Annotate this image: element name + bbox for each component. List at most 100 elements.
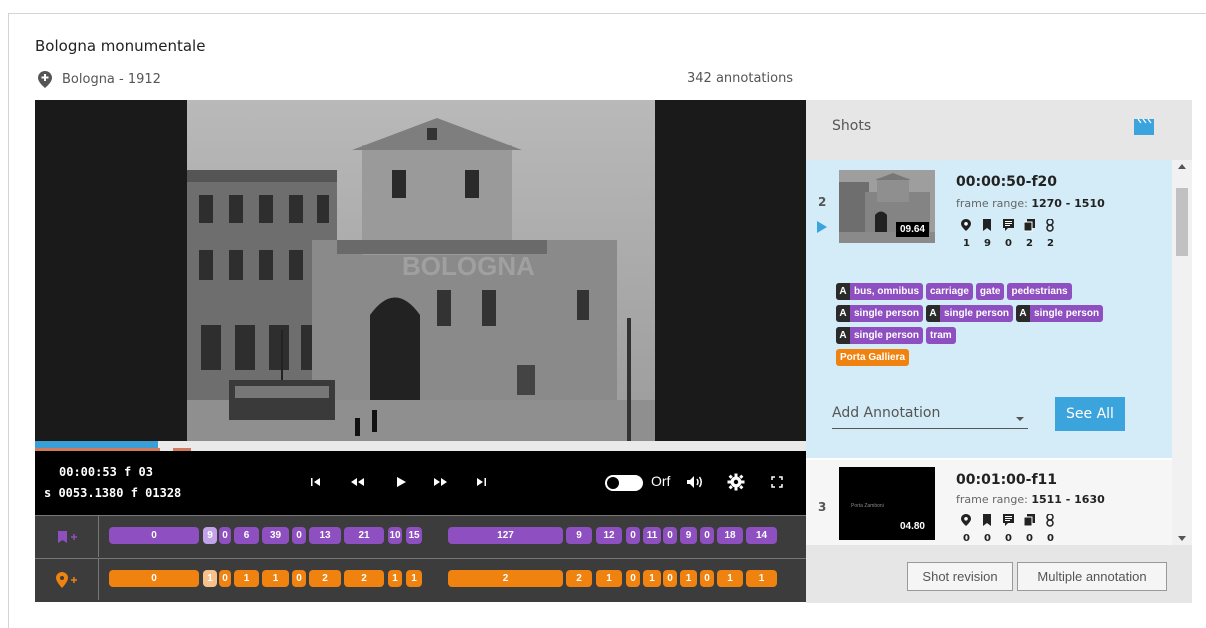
thumbnail-caption: Porta Zamboni: [851, 503, 884, 509]
track-segment[interactable]: 15: [406, 527, 422, 544]
annotation-tag[interactable]: gate: [975, 283, 1005, 300]
track-segment[interactable]: 0: [626, 527, 640, 544]
shot-thumbnail[interactable]: 09.64: [839, 170, 935, 243]
annotation-tag[interactable]: tram: [926, 327, 956, 344]
track-segment[interactable]: 0: [700, 527, 714, 544]
track-segment[interactable]: 127: [448, 527, 563, 544]
pin-plus-icon[interactable]: [35, 559, 99, 600]
scroll-up-icon[interactable]: [1178, 164, 1186, 169]
progress-track[interactable]: [35, 441, 806, 452]
stat-count: 0: [963, 533, 970, 544]
annotation-tag[interactable]: pedestrians: [1007, 283, 1072, 300]
clapperboard-icon[interactable]: [1133, 118, 1155, 140]
shot-duration-badge: 09.64: [895, 222, 929, 237]
add-annotation-select[interactable]: Add Annotation: [832, 405, 1028, 429]
track-segment[interactable]: 6: [234, 527, 259, 544]
annotation-tag[interactable]: Asingle person: [836, 305, 924, 322]
track-segment[interactable]: 13: [309, 527, 341, 544]
track-segment[interactable]: 0: [663, 527, 677, 544]
play-shot-icon[interactable]: [817, 221, 827, 233]
track-segment[interactable]: 2: [566, 570, 592, 587]
shot-card[interactable]: 3 Porta Zamboni 04.80 00:01:00-f11 frame…: [806, 460, 1172, 545]
track-segment[interactable]: 1: [262, 570, 289, 587]
play-icon[interactable]: [392, 473, 410, 491]
tag-line: Asingle person Asingle person Asingle pers…: [836, 305, 1156, 322]
shot-list[interactable]: 2 09.64 00:00:50-f20 frame range: 1270 -…: [806, 160, 1192, 545]
see-all-button[interactable]: See All: [1055, 397, 1125, 431]
track-segment[interactable]: 1: [596, 570, 622, 587]
track-segment[interactable]: 1: [203, 570, 217, 587]
track-segment[interactable]: 0: [109, 570, 199, 587]
settings-gear-icon[interactable]: [727, 473, 745, 491]
frame-info-display: s 0053.1380 f 01328: [44, 486, 182, 500]
multiple-annotation-button[interactable]: Multiple annotation: [1017, 562, 1167, 591]
skip-start-icon[interactable]: [307, 473, 325, 491]
track-segment[interactable]: 0: [292, 527, 306, 544]
track-segment[interactable]: 1: [234, 570, 259, 587]
fast-forward-icon[interactable]: [432, 473, 450, 491]
track-segment[interactable]: 1: [717, 570, 743, 587]
video-frame: BOLOGNA: [187, 100, 655, 454]
track-segment[interactable]: 21: [344, 527, 384, 544]
stat-count: 0: [1047, 533, 1054, 544]
shots-panel: Shots 2 09.64 00:00:50-f20 frame range: …: [806, 100, 1192, 603]
annotation-tag[interactable]: Asingle person: [836, 327, 924, 344]
tag-label: tram: [930, 330, 952, 341]
shot-thumbnail[interactable]: Porta Zamboni 04.80: [839, 467, 935, 540]
track-segment[interactable]: 39: [262, 527, 289, 544]
track-segment[interactable]: 18: [717, 527, 743, 544]
track-segment[interactable]: 2: [309, 570, 341, 587]
copy-icon: [1023, 217, 1036, 236]
stat-count: 0: [1005, 533, 1012, 544]
track-segment[interactable]: 0: [219, 527, 231, 544]
track-segment[interactable]: 0: [663, 570, 677, 587]
track-segment[interactable]: 0: [109, 527, 199, 544]
track-segment[interactable]: 1: [746, 570, 777, 587]
volume-icon[interactable]: [686, 473, 704, 491]
track-segment[interactable]: 0: [700, 570, 714, 587]
track-segment[interactable]: 1: [680, 570, 697, 587]
annotation-tag[interactable]: Asingle person: [926, 305, 1014, 322]
shot-revision-button[interactable]: Shot revision: [907, 562, 1013, 591]
progress-played: [35, 441, 159, 448]
track-segment[interactable]: 11: [643, 527, 661, 544]
track-segment[interactable]: 1: [643, 570, 661, 587]
track-segment[interactable]: 2: [448, 570, 563, 587]
track-segment[interactable]: 9: [203, 527, 217, 544]
tag-label: single person: [1034, 308, 1100, 319]
video-player[interactable]: BOLOGNA: [35, 100, 806, 454]
bookmark-plus-icon[interactable]: [35, 516, 99, 557]
orf-toggle[interactable]: [605, 475, 643, 491]
annotation-tag[interactable]: Asingle person: [1016, 305, 1104, 322]
track-segment[interactable]: 0: [626, 570, 640, 587]
track-segment[interactable]: 0: [292, 570, 306, 587]
track-segment[interactable]: 9: [566, 527, 592, 544]
track-segment[interactable]: 14: [746, 527, 777, 544]
shot-stat: 0: [956, 512, 977, 544]
stat-count: 0: [984, 533, 991, 544]
track-segment[interactable]: 10: [388, 527, 402, 544]
location-tag[interactable]: Porta Galliera: [836, 349, 910, 366]
rewind-icon[interactable]: [348, 473, 366, 491]
track-segment[interactable]: 1: [406, 570, 422, 587]
track-segment[interactable]: 12: [596, 527, 622, 544]
skip-end-icon[interactable]: [472, 473, 490, 491]
track-segment[interactable]: 9: [680, 527, 697, 544]
tag-label: pedestrians: [1011, 286, 1068, 297]
scroll-down-icon[interactable]: [1178, 536, 1186, 541]
annotation-tag[interactable]: Abus, omnibus: [836, 283, 923, 300]
track-segment[interactable]: 1: [388, 570, 402, 587]
shot-card-active[interactable]: 2 09.64 00:00:50-f20 frame range: 1270 -…: [806, 160, 1172, 458]
track-segment[interactable]: 0: [219, 570, 231, 587]
scroll-thumb[interactable]: [1176, 188, 1188, 256]
tag-label: carriage: [930, 286, 969, 297]
annotation-tag[interactable]: carriage: [926, 283, 973, 300]
toggle-knob: [607, 477, 619, 489]
shot-stat: 1: [956, 217, 977, 249]
shot-list-scrollbar[interactable]: [1172, 160, 1192, 545]
tag-label: single person: [854, 308, 920, 319]
fullscreen-icon[interactable]: [768, 473, 786, 491]
track-segment[interactable]: 2: [344, 570, 384, 587]
stat-count: 9: [984, 238, 991, 249]
location-row: Bologna - 1912: [38, 70, 161, 88]
